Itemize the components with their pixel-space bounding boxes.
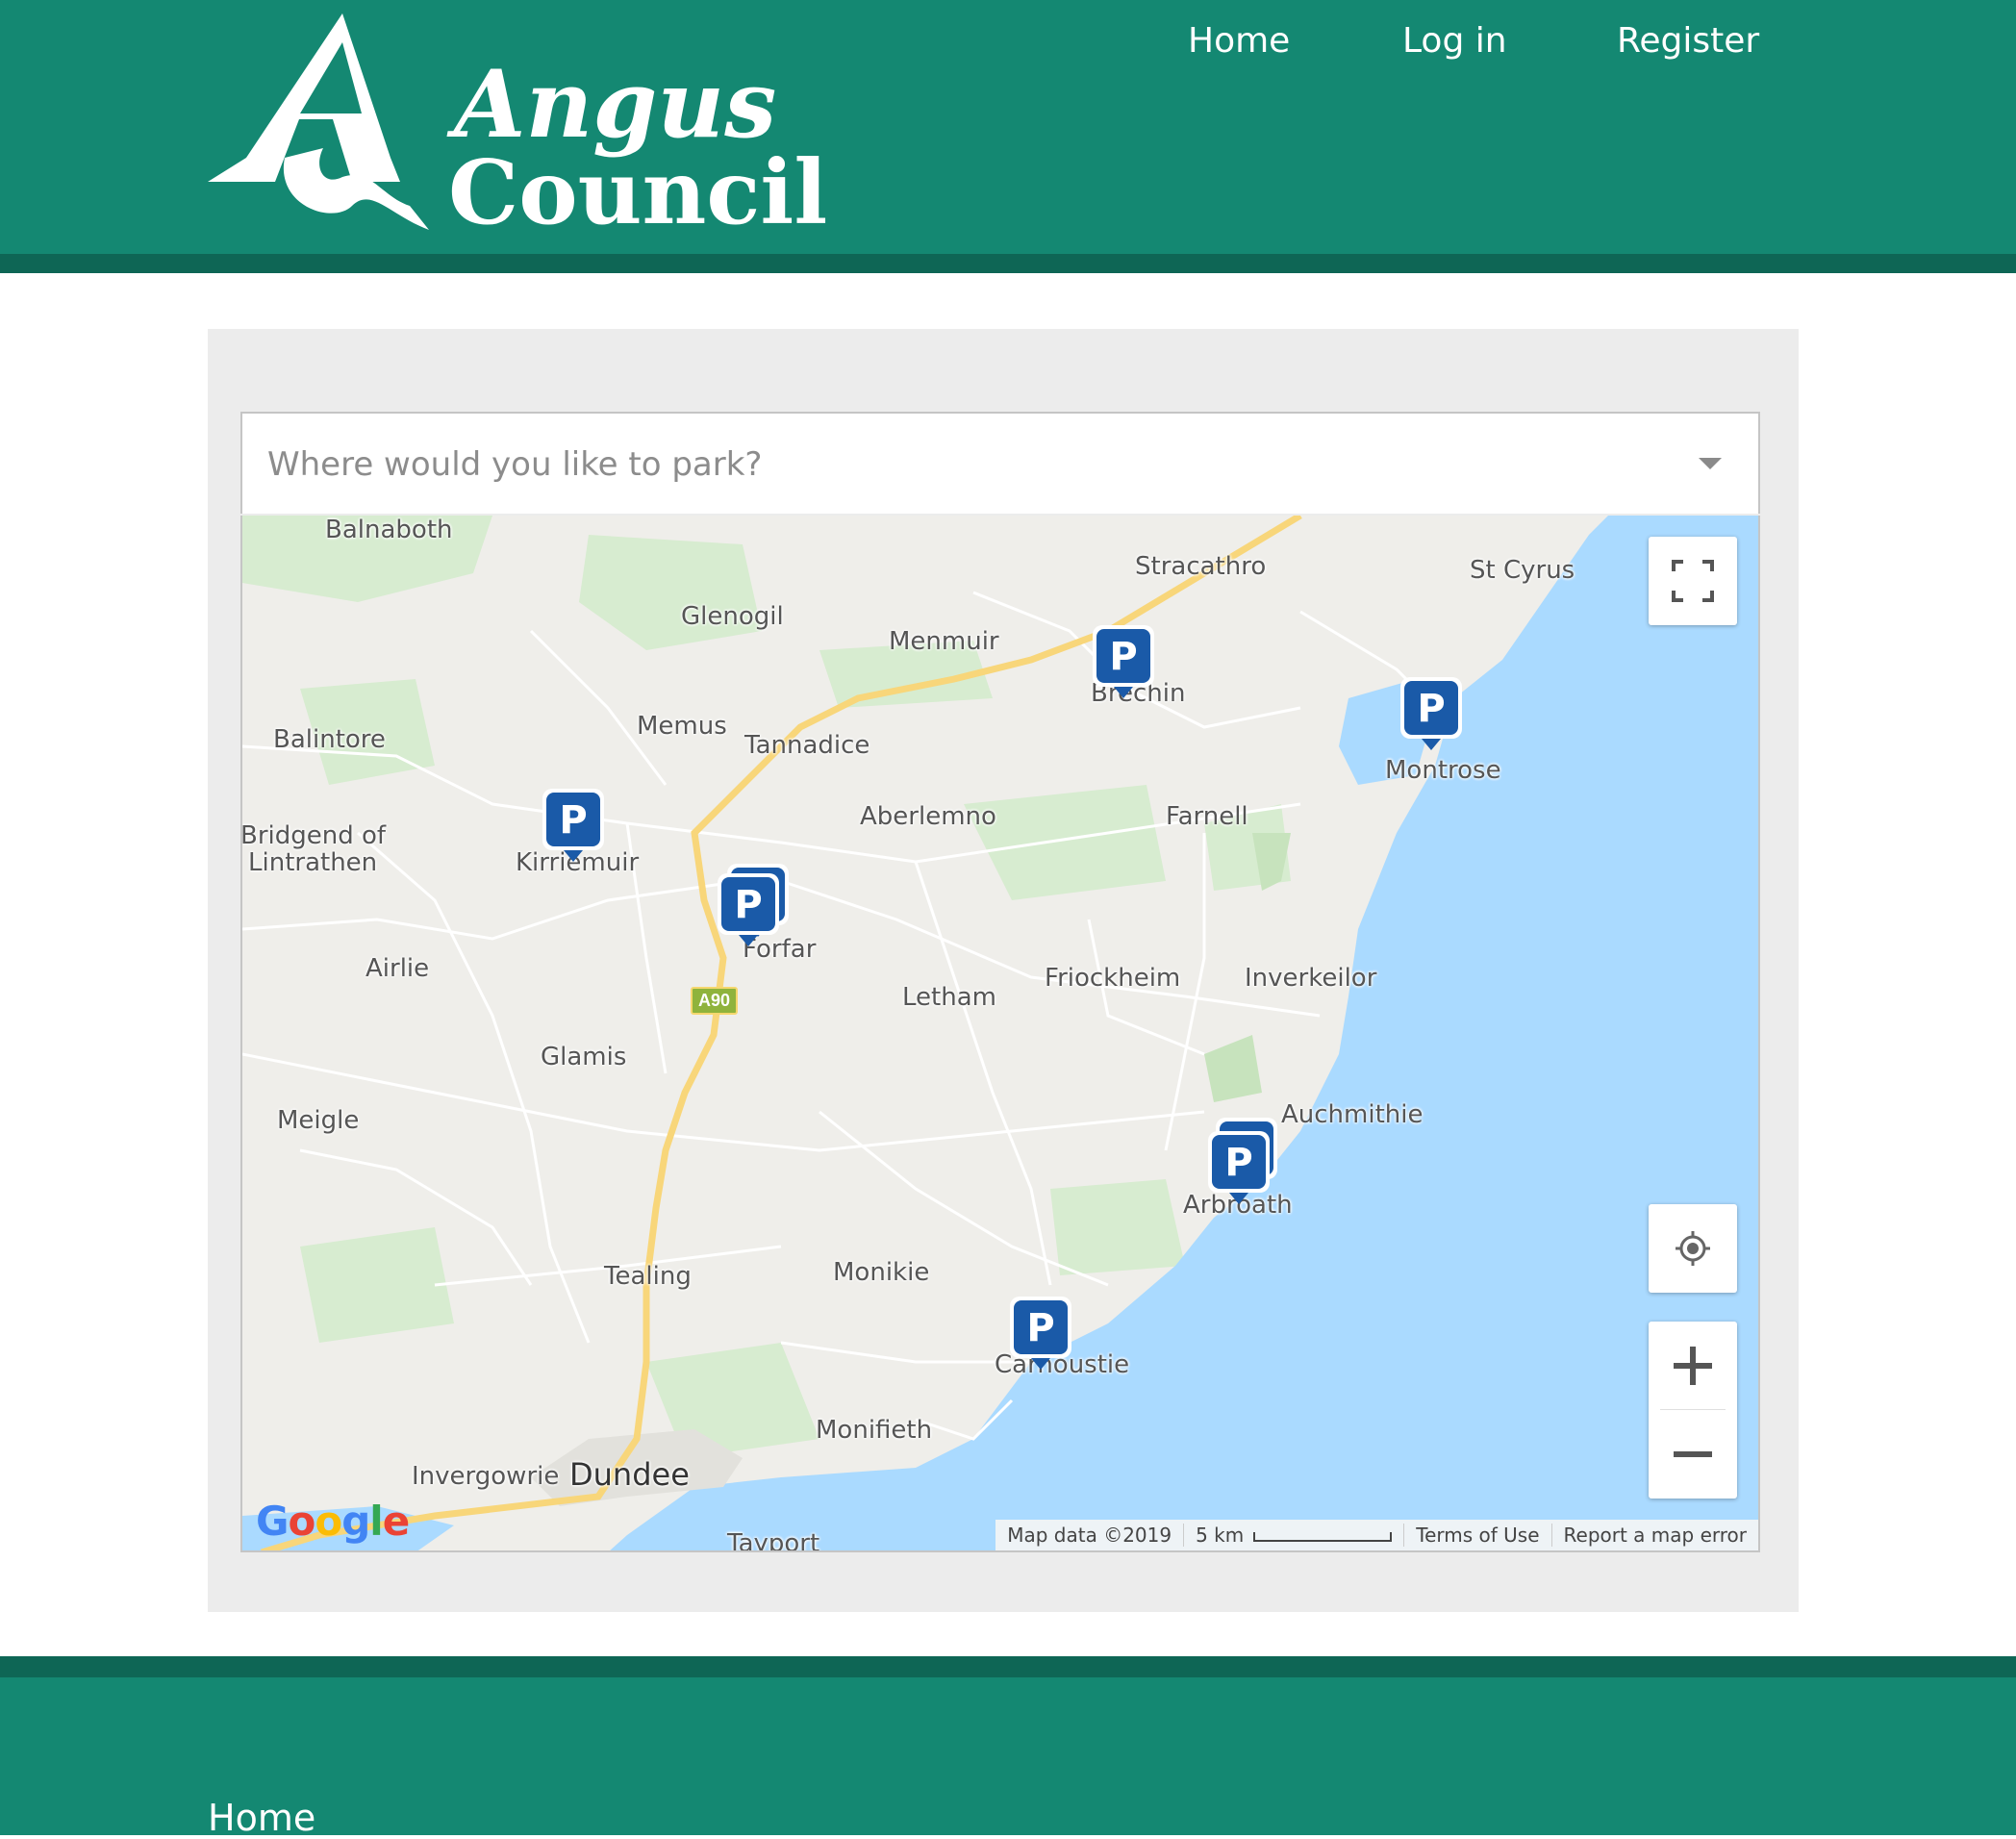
logo-text-council: Council <box>448 140 828 244</box>
place-label: Auchmithie <box>1281 1100 1424 1129</box>
nav-login-link[interactable]: Log in <box>1402 21 1507 61</box>
location-select[interactable] <box>240 412 1760 514</box>
place-label: Glamis <box>541 1043 627 1071</box>
my-location-button[interactable] <box>1649 1204 1737 1293</box>
parking-map[interactable]: Balnaboth Stracathro St Cyrus Glenogil M… <box>240 516 1760 1552</box>
svg-text:P: P <box>559 798 587 843</box>
place-label: Tealing <box>604 1262 692 1291</box>
svg-text:P: P <box>1026 1306 1054 1350</box>
parking-marker-icon[interactable]: P <box>539 785 608 869</box>
zoom-out-icon[interactable] <box>1649 1410 1737 1499</box>
place-label: Dundee <box>569 1456 690 1493</box>
main-panel: Balnaboth Stracathro St Cyrus Glenogil M… <box>208 329 1799 1612</box>
place-label: Monikie <box>833 1258 930 1287</box>
svg-text:P: P <box>1417 687 1445 731</box>
parking-marker-icon[interactable]: P <box>1397 673 1466 758</box>
place-label: Glenogil <box>681 602 784 631</box>
place-label: Inverkeilor <box>1245 964 1377 993</box>
parking-marker-icon[interactable]: P <box>1089 621 1158 706</box>
terms-of-use-link[interactable]: Terms of Use <box>1403 1524 1550 1547</box>
parking-marker-icon[interactable]: P <box>1204 1127 1273 1212</box>
svg-text:P: P <box>1109 635 1137 679</box>
place-label: Invergowrie <box>412 1462 560 1491</box>
fullscreen-button[interactable] <box>1649 537 1737 625</box>
angus-council-logo[interactable]: Angus Council <box>208 13 827 244</box>
location-search-input[interactable] <box>265 437 1674 492</box>
place-label: Bridgend of <box>240 821 387 850</box>
google-logo[interactable]: Google <box>256 1498 410 1545</box>
place-label: Farnell <box>1166 802 1248 831</box>
nav-register-link[interactable]: Register <box>1617 21 1759 61</box>
parking-marker-icon[interactable]: P <box>1006 1293 1075 1377</box>
header-divider <box>0 254 2016 273</box>
zoom-control <box>1649 1322 1737 1499</box>
place-label: Letham <box>902 983 996 1012</box>
place-label: Balnaboth <box>325 516 453 544</box>
site-footer: Home <box>0 1677 2016 1839</box>
place-label: Friockheim <box>1045 964 1181 993</box>
place-label: Stracathro <box>1135 552 1267 581</box>
place-label: Balintore <box>273 725 386 754</box>
footer-divider <box>0 1656 2016 1677</box>
site-header: Angus Council Home Log in Register <box>0 0 2016 254</box>
place-label: Montrose <box>1385 756 1501 785</box>
parking-marker-icon[interactable]: P <box>714 869 783 954</box>
place-label: Aberlemno <box>860 802 996 831</box>
scale-bar <box>1253 1531 1393 1542</box>
place-label: Tannadice <box>744 731 870 760</box>
place-label: Airlie <box>365 954 430 983</box>
place-label: Tayport <box>727 1529 820 1552</box>
place-label: Menmuir <box>889 627 999 656</box>
road-badge-a90: A90 <box>691 987 739 1015</box>
place-label: Memus <box>637 712 727 741</box>
place-label: St Cyrus <box>1470 556 1575 585</box>
svg-text:P: P <box>734 883 762 927</box>
zoom-in-icon[interactable] <box>1649 1322 1737 1410</box>
fullscreen-icon <box>1672 560 1714 602</box>
place-label: Lintrathen <box>248 848 378 877</box>
map-data-text: Map data ©2019 <box>1007 1524 1172 1547</box>
angus-logo-emblem-icon <box>208 13 429 230</box>
chevron-down-icon[interactable] <box>1699 458 1722 469</box>
footer-home-link[interactable]: Home <box>208 1797 315 1839</box>
map-base <box>242 516 1758 1550</box>
nav-home-link[interactable]: Home <box>1188 21 1290 61</box>
svg-text:P: P <box>1224 1141 1252 1185</box>
report-map-error-link[interactable]: Report a map error <box>1550 1524 1758 1547</box>
place-label: Monifieth <box>816 1416 933 1445</box>
map-attribution: Map data ©2019 5 km Terms of Use Report … <box>995 1520 1758 1550</box>
crosshair-icon <box>1676 1231 1710 1266</box>
place-label: Meigle <box>277 1106 360 1135</box>
map-scale[interactable]: 5 km <box>1183 1524 1403 1547</box>
